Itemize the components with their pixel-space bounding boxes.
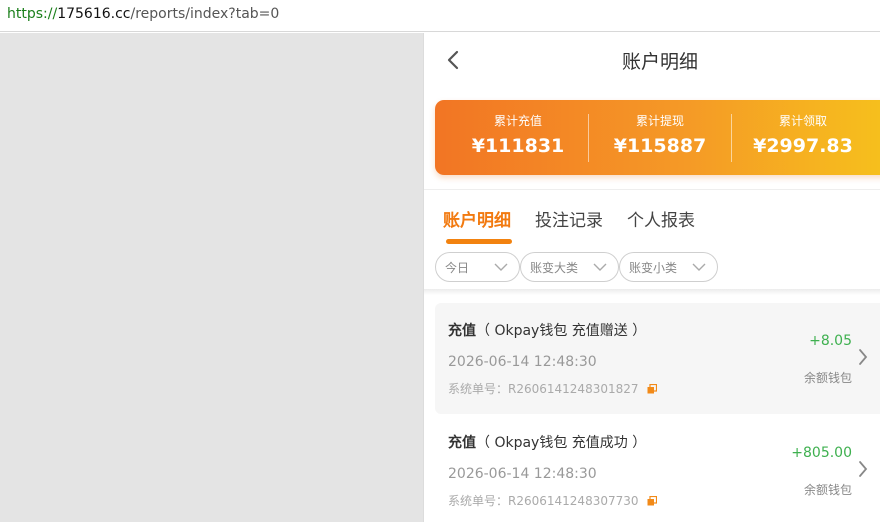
total-recharge-value: ¥111831 — [471, 135, 565, 157]
total-withdraw-stat: 累计提现 ¥115887 — [590, 112, 730, 157]
page-header: 账户明细 — [424, 33, 880, 87]
record-kind: 充值 — [448, 435, 476, 451]
record-title: 充值（ Okpay钱包 充值赠送 ） — [448, 320, 646, 340]
url-host: 175616.cc — [57, 6, 131, 22]
chevron-down-icon — [494, 263, 508, 271]
record-detail: （ Okpay钱包 充值赠送 ） — [476, 323, 647, 339]
tab-account-details[interactable]: 账户明细 — [443, 206, 511, 231]
chevron-down-icon — [593, 263, 607, 271]
order-number: R2606141248301827 — [508, 382, 639, 396]
copy-icon[interactable] — [647, 384, 657, 394]
record-kind: 充值 — [448, 323, 476, 339]
tab-personal-report[interactable]: 个人报表 — [627, 206, 695, 231]
record-wallet: 余额钱包 — [803, 483, 852, 497]
tab-bar: 账户明细 投注记录 个人报表 — [424, 203, 880, 243]
summary-card: 累计充值 ¥111831 累计提现 ¥115887 累计领取 ¥2997.83 — [435, 100, 880, 175]
account-details-page: 账户明细 累计充值 ¥111831 累计提现 ¥115887 累计领取 ¥299… — [424, 33, 880, 522]
total-recharge-label: 累计充值 — [493, 114, 542, 128]
filter-bar-shadow — [424, 289, 880, 295]
record-order: 系统单号：R2606141248307730 — [448, 492, 657, 509]
record-time: 2026-06-14 12:48:30 — [448, 466, 597, 482]
record-item[interactable]: 充值（ Okpay钱包 充值赠送 ） 2026-06-14 12:48:30 系… — [435, 303, 880, 414]
order-number: R2606141248307730 — [508, 494, 639, 508]
url-path: /reports/index?tab=0 — [130, 6, 280, 22]
record-detail: （ Okpay钱包 充值成功 ） — [476, 435, 647, 451]
page-title: 账户明细 — [621, 51, 698, 73]
record-time: 2026-06-14 12:48:30 — [448, 354, 597, 370]
subcategory-filter-label: 账变小类 — [629, 261, 678, 275]
stat-divider — [731, 114, 732, 162]
date-filter-label: 今日 — [445, 261, 470, 275]
record-order: 系统单号：R2606141248301827 — [448, 380, 657, 397]
url-text[interactable]: https://175616.cc/reports/index?tab=0 — [7, 6, 279, 22]
filter-bar: 今日 账变大类 账变小类 — [424, 251, 880, 285]
record-wallet: 余额钱包 — [803, 371, 852, 385]
subcategory-filter-dropdown[interactable]: 账变小类 — [619, 252, 718, 282]
record-title: 充值（ Okpay钱包 充值成功 ） — [448, 432, 646, 452]
date-filter-dropdown[interactable]: 今日 — [435, 252, 520, 282]
active-tab-indicator — [446, 239, 512, 244]
tab-bet-records[interactable]: 投注记录 — [535, 206, 603, 231]
stat-divider — [588, 114, 589, 162]
chevron-right-icon[interactable] — [858, 460, 868, 478]
order-label: 系统单号： — [448, 382, 509, 396]
url-scheme: https:// — [7, 6, 58, 22]
record-amount: +805.00 — [791, 445, 852, 461]
chevron-down-icon — [692, 263, 706, 271]
copy-icon[interactable] — [647, 496, 657, 506]
total-claim-label: 累计领取 — [778, 114, 827, 128]
total-claim-value: ¥2997.83 — [753, 135, 853, 157]
record-amount: +8.05 — [809, 333, 852, 349]
total-claim-stat: 累计领取 ¥2997.83 — [733, 112, 873, 157]
record-item[interactable]: 充值（ Okpay钱包 充值成功 ） 2026-06-14 12:48:30 系… — [435, 415, 880, 522]
chevron-right-icon[interactable] — [858, 348, 868, 366]
total-withdraw-value: ¥115887 — [613, 135, 707, 157]
category-filter-dropdown[interactable]: 账变大类 — [520, 252, 619, 282]
order-label: 系统单号： — [448, 494, 509, 508]
browser-address-bar[interactable]: https://175616.cc/reports/index?tab=0 — [0, 0, 880, 32]
section-divider — [424, 189, 880, 190]
total-recharge-stat: 累计充值 ¥111831 — [448, 112, 588, 157]
category-filter-label: 账变大类 — [530, 261, 579, 275]
total-withdraw-label: 累计提现 — [635, 114, 684, 128]
empty-background — [0, 33, 423, 522]
